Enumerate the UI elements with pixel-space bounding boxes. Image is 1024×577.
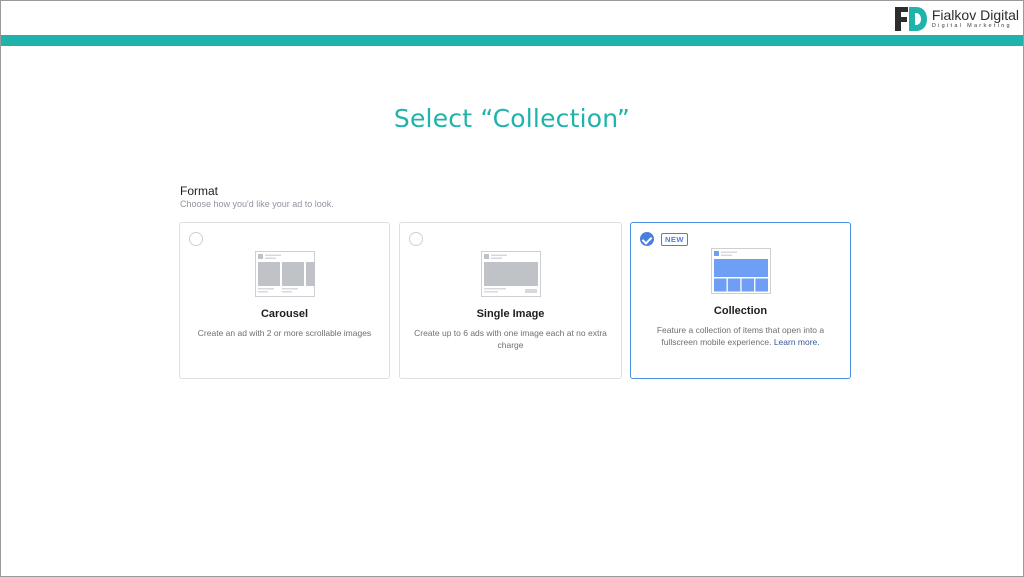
carousel-title: Carousel	[260, 308, 309, 320]
teal-band	[1, 35, 1023, 46]
single-image-radio[interactable]	[409, 232, 423, 246]
new-badge: NEW	[661, 233, 688, 246]
collection-title: Collection	[713, 305, 768, 317]
carousel-radio[interactable]	[189, 232, 203, 246]
slide-title: Select “Collection”	[393, 104, 631, 133]
single-image-thumbnail-icon	[481, 251, 541, 297]
brand-name: Fialkov Digital	[931, 7, 1019, 24]
carousel-thumbnail-icon	[255, 251, 315, 297]
format-subheading: Choose how you'd like your ad to look.	[180, 199, 334, 209]
format-option-collection[interactable]: NEW Collection Feature a collection of i…	[630, 222, 851, 379]
learn-more-link[interactable]: Learn more.	[774, 337, 820, 347]
brand-subtitle: Digital Marketing	[931, 23, 1012, 30]
brand: Fialkov Digital Digital Marketing	[894, 6, 1019, 32]
collection-description: Feature a collection of items that open …	[641, 324, 840, 348]
format-option-single-image[interactable]: Single Image Create up to 6 ads with one…	[399, 222, 622, 379]
format-option-carousel[interactable]: Carousel Create an ad with 2 or more scr…	[179, 222, 390, 379]
single-image-description: Create up to 6 ads with one image each a…	[414, 328, 607, 350]
collection-thumbnail-icon	[711, 248, 771, 294]
single-image-title: Single Image	[476, 308, 545, 320]
collection-radio-checked[interactable]	[640, 232, 654, 246]
carousel-description: Create an ad with 2 or more scrollable i…	[197, 328, 372, 338]
top-bar: Fialkov Digital Digital Marketing	[1, 1, 1023, 35]
fialkov-digital-logo-icon	[894, 7, 927, 31]
format-heading: Format	[180, 184, 219, 198]
